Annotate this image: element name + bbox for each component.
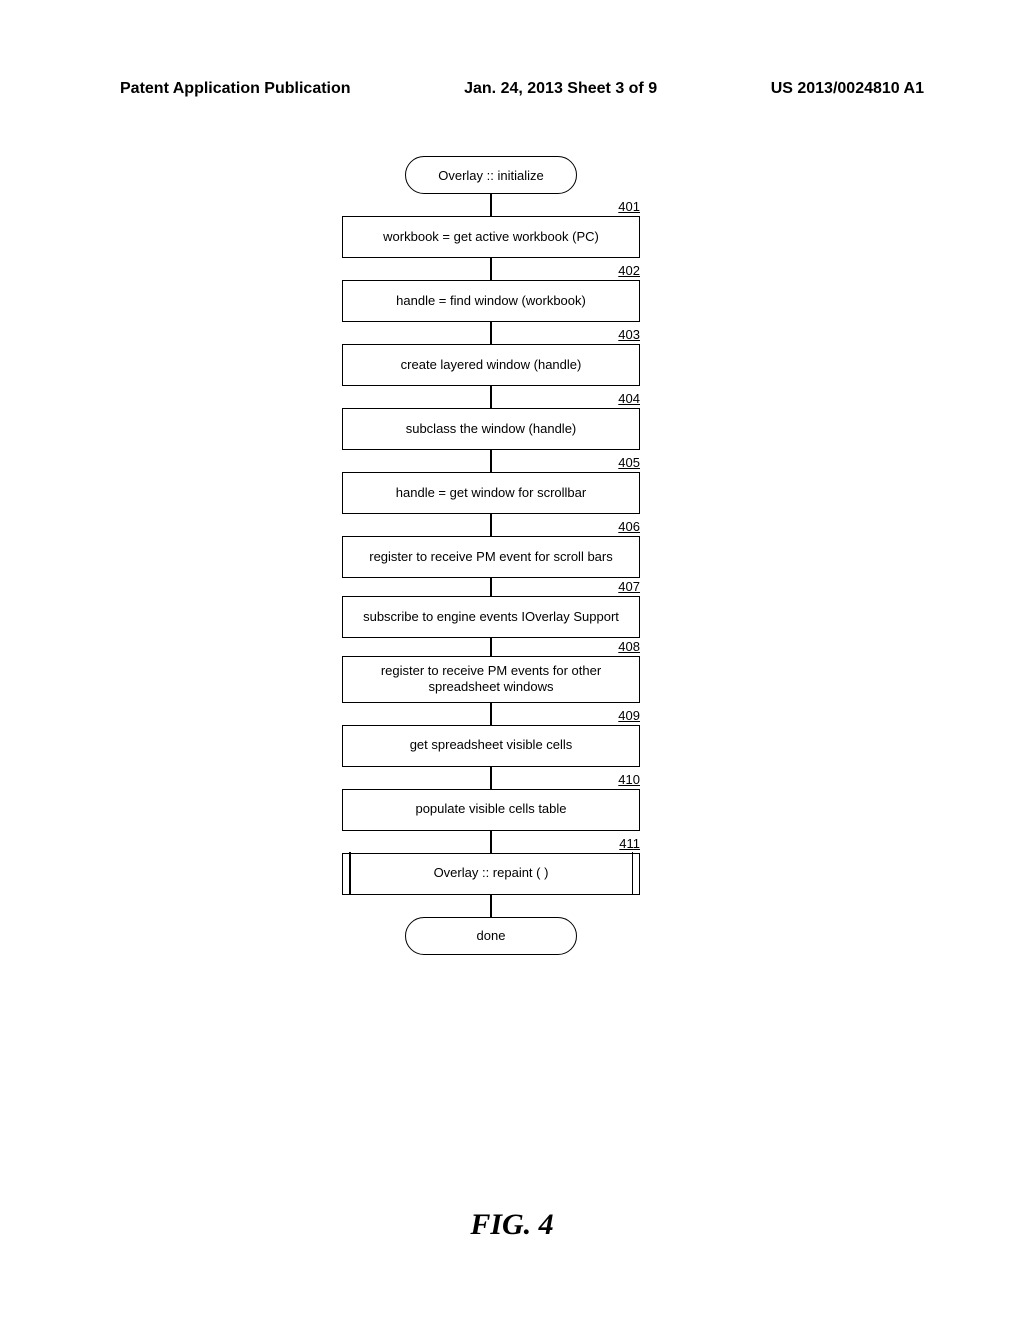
flowchart-step-411: 411 Overlay :: repaint ( ) [342, 853, 640, 895]
connector [490, 450, 492, 472]
step-text: populate visible cells table [415, 801, 566, 817]
step-box: subscribe to engine events IOverlay Supp… [342, 596, 640, 638]
flowchart-step-406: 406 register to receive PM event for scr… [342, 536, 640, 578]
step-text: register to receive PM event for scroll … [369, 549, 612, 565]
step-number: 411 [619, 836, 640, 851]
step-text: create layered window (handle) [401, 357, 582, 373]
step-box: handle = get window for scrollbar [342, 472, 640, 514]
flowchart-step-401: 401 workbook = get active workbook (PC) [342, 216, 640, 258]
flowchart-step-409: 409 get spreadsheet visible cells [342, 725, 640, 767]
connector [490, 895, 492, 917]
step-number: 409 [618, 708, 640, 723]
step-box: workbook = get active workbook (PC) [342, 216, 640, 258]
flowchart-step-408: 408 register to receive PM events for ot… [342, 656, 640, 703]
flowchart-end-terminator: done [405, 917, 577, 955]
step-number: 402 [618, 263, 640, 278]
step-text: handle = find window (workbook) [396, 293, 586, 309]
step-box: subclass the window (handle) [342, 408, 640, 450]
step-text: register to receive PM events for other … [353, 663, 629, 696]
step-number: 406 [618, 519, 640, 534]
connector [490, 514, 492, 536]
flowchart: Overlay :: initialize 401 workbook = get… [342, 156, 640, 955]
connector [490, 322, 492, 344]
step-text: workbook = get active workbook (PC) [383, 229, 599, 245]
page-header: Patent Application Publication Jan. 24, … [0, 80, 1024, 98]
step-number: 410 [618, 772, 640, 787]
connector [490, 638, 492, 656]
step-number: 405 [618, 455, 640, 470]
flowchart-step-410: 410 populate visible cells table [342, 789, 640, 831]
step-box: get spreadsheet visible cells [342, 725, 640, 767]
header-pubnum: US 2013/0024810 A1 [771, 80, 924, 98]
step-number: 407 [618, 579, 640, 594]
step-box: handle = find window (workbook) [342, 280, 640, 322]
figure-caption: FIG. 4 [0, 1208, 1024, 1242]
connector [490, 194, 492, 216]
patent-page: Patent Application Publication Jan. 24, … [0, 0, 1024, 1320]
connector [490, 767, 492, 789]
step-text: subclass the window (handle) [406, 421, 577, 437]
header-date-sheet: Jan. 24, 2013 Sheet 3 of 9 [464, 80, 657, 98]
flowchart-step-405: 405 handle = get window for scrollbar [342, 472, 640, 514]
flowchart-step-403: 403 create layered window (handle) [342, 344, 640, 386]
subroutine-box: Overlay :: repaint ( ) [342, 853, 640, 895]
flowchart-step-407: 407 subscribe to engine events IOverlay … [342, 596, 640, 638]
connector [490, 386, 492, 408]
step-number: 408 [618, 639, 640, 654]
flowchart-start-label: Overlay :: initialize [438, 168, 543, 183]
step-box: register to receive PM event for scroll … [342, 536, 640, 578]
connector [490, 831, 492, 853]
step-box: populate visible cells table [342, 789, 640, 831]
flowchart-step-404: 404 subclass the window (handle) [342, 408, 640, 450]
step-box: create layered window (handle) [342, 344, 640, 386]
step-text: subscribe to engine events IOverlay Supp… [363, 609, 619, 625]
step-text: handle = get window for scrollbar [396, 485, 586, 501]
connector [490, 258, 492, 280]
flowchart-end-label: done [477, 928, 506, 943]
step-text: get spreadsheet visible cells [410, 737, 573, 753]
flowchart-step-402: 402 handle = find window (workbook) [342, 280, 640, 322]
connector [490, 703, 492, 725]
connector [490, 578, 492, 596]
step-number: 401 [618, 199, 640, 214]
step-box: register to receive PM events for other … [342, 656, 640, 703]
step-text: Overlay :: repaint ( ) [434, 865, 549, 881]
step-number: 403 [618, 327, 640, 342]
header-publication-label: Patent Application Publication [120, 80, 351, 98]
flowchart-start-terminator: Overlay :: initialize [405, 156, 577, 194]
step-number: 404 [618, 391, 640, 406]
